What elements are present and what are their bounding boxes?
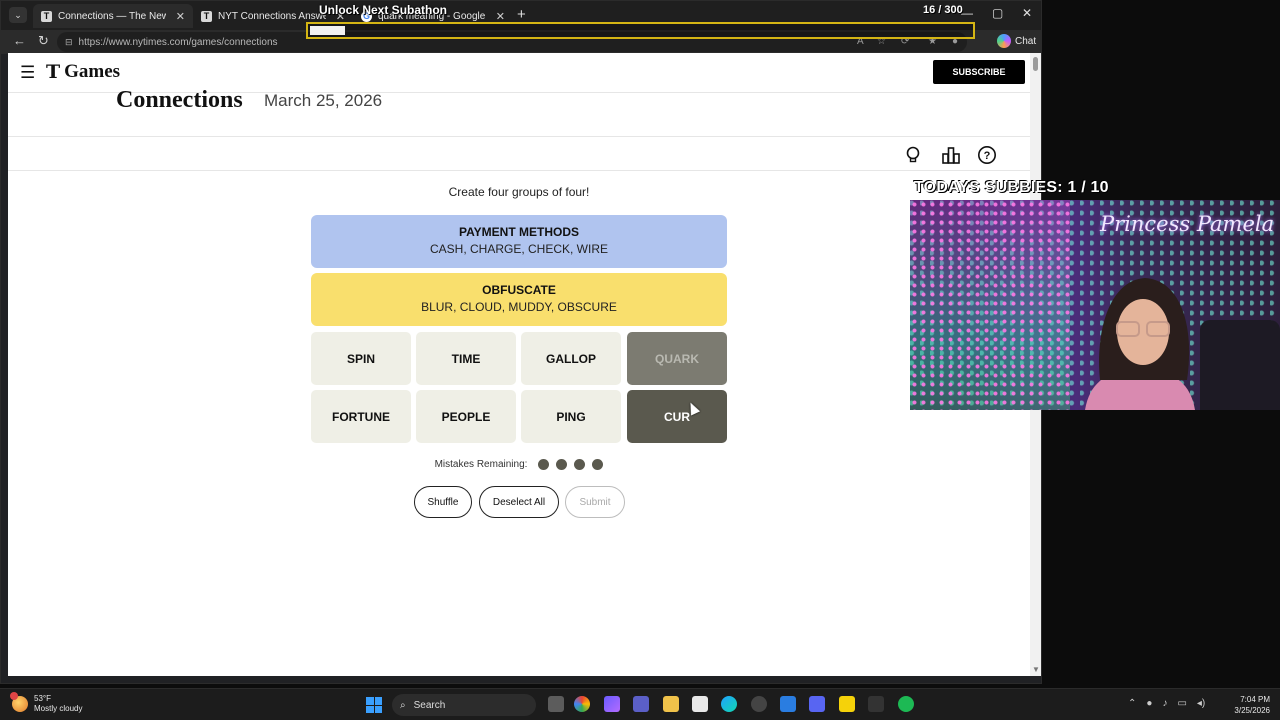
start-windows-icon[interactable] [366,697,382,713]
weather-desc: Mostly cloudy [34,704,83,713]
solved-group-blue: PAYMENT METHODS CASH, CHARGE, CHECK, WIR… [311,215,727,268]
clock-date: 3/25/2026 [1234,706,1270,715]
file-explorer-icon[interactable] [663,696,679,712]
led-wall-lights [910,200,1070,410]
webcam-name-label: Princess Pamela [1100,212,1275,236]
clock-time: 7:04 PM [1240,695,1270,704]
mistake-dot-icon [538,459,550,470]
stats-bar-chart-icon[interactable] [941,145,961,165]
nyt-favicon-icon: T [201,10,212,22]
group-words: BLUR, CLOUD, MUDDY, OBSCURE [421,300,617,314]
desktop: ⌄ T Connections — The New York Times ✕ T… [0,0,1280,720]
tray-app-icon[interactable]: ● [1146,698,1152,709]
weather-icon [10,692,28,712]
tab-label: NYT Connections Answers for Ma [218,10,326,22]
teams-icon[interactable] [633,696,649,712]
spotify-icon[interactable] [898,696,914,712]
deselect-all-button[interactable]: Deselect All [479,486,559,518]
submit-button[interactable]: Submit [565,486,625,518]
webcam-feed: Princess Pamela [910,200,1280,410]
edge-icon[interactable] [721,696,737,712]
weather-temp: 53°F [34,694,51,703]
search-label: Search [413,699,446,711]
tab-label: Connections — The New York Times [58,10,166,22]
terminal-icon[interactable] [868,696,884,712]
show-hidden-icons-icon[interactable]: ⌃ [1128,698,1136,709]
word-card-gallop[interactable]: GALLOP [521,332,621,385]
copilot-chat-button[interactable]: Chat [997,34,1036,48]
streamer-figure [1085,278,1195,410]
refresh-icon[interactable]: ↻ [38,33,49,49]
shuffle-button[interactable]: Shuffle [414,486,472,518]
mistakes-label: Mistakes Remaining: [434,459,528,470]
subscribe-button[interactable]: SUBSCRIBE [933,60,1025,84]
word-card-fortune[interactable]: FORTUNE [311,390,411,443]
nyt-favicon-icon: T [41,10,52,22]
subathon-count: 16 / 300 [923,4,963,16]
taskbar: 53°F Mostly cloudy ⌕ Search ⌃ ● ♪ ▭ ◂) 7… [0,688,1280,720]
word-card-ping[interactable]: PING [521,390,621,443]
chrome-icon[interactable] [574,696,590,712]
game-title-row: Connections March 25, 2026 [8,87,1030,137]
solved-group-yellow: OBFUSCATE BLUR, CLOUD, MUDDY, OBSCURE [311,273,727,326]
close-tab-icon[interactable]: ✕ [496,10,505,23]
hint-lightbulb-icon[interactable] [903,145,923,165]
task-view-icon[interactable] [548,696,564,712]
store-icon[interactable] [692,696,708,712]
word-card-people[interactable]: PEOPLE [416,390,516,443]
site-info-icon[interactable]: ⊟ [65,37,73,48]
page-viewport: ☰ T Games SUBSCRIBE Connections March 25… [8,53,1030,676]
mistakes-remaining: Mistakes Remaining: [8,459,1030,470]
word-card-quark[interactable]: QUARK [627,332,727,385]
word-card-cur[interactable]: CUR [627,390,727,443]
search-icon: ⌕ [400,699,406,711]
game-date: March 25, 2026 [264,91,383,110]
weather-widget[interactable]: 53°F Mostly cloudy [10,692,83,714]
tab-connections[interactable]: T Connections — The New York Times ✕ [33,4,193,28]
scrollbar-thumb[interactable] [1033,57,1038,71]
discord-icon[interactable] [809,696,825,712]
app-icon[interactable] [780,696,796,712]
help-question-icon[interactable]: ? [977,145,997,165]
close-tab-icon[interactable]: ✕ [176,10,185,23]
subbies-counter: TODAYS SUBBIES: 1 / 10 [914,179,1109,196]
svg-text:?: ? [984,150,991,162]
group-name: OBFUSCATE [482,283,556,297]
microphone-icon[interactable]: ♪ [1162,698,1167,709]
page-title: Connections [116,87,243,113]
url-text: https://www.nytimes.com/games/connection… [78,36,278,48]
obs-icon[interactable] [751,696,767,712]
copilot-app-icon[interactable] [604,696,620,712]
back-icon[interactable]: ← [13,33,26,48]
new-tab-icon[interactable]: + [517,6,526,23]
taskbar-clock[interactable]: 7:04 PM 3/25/2026 [1228,694,1270,716]
games-wordmark: Games [64,61,121,82]
mistake-dot-icon [574,459,586,470]
nyt-games-logo[interactable]: T Games [46,61,120,83]
volume-icon[interactable]: ◂) [1197,698,1205,709]
word-card-time[interactable]: TIME [416,332,516,385]
taskbar-search[interactable]: ⌕ Search [392,694,536,716]
sticky-notes-icon[interactable] [839,696,855,712]
maximize-icon[interactable]: ▢ [992,6,1003,20]
group-name: PAYMENT METHODS [458,225,579,239]
scroll-down-arrow-icon[interactable]: ▼ [1032,665,1040,674]
instructions-text: Create four groups of four! [448,185,590,199]
nyt-t-logo-icon: T [46,61,61,83]
game-tools-row: ? [8,137,1030,171]
tab-actions-menu-icon[interactable]: ⌄ [9,7,27,23]
network-icon[interactable]: ▭ [1177,698,1186,709]
subathon-progress-fill [310,26,346,35]
subathon-progress-bar [306,22,975,39]
group-words: CASH, CHARGE, CHECK, WIRE [429,242,609,256]
system-tray: ⌃ ● ♪ ▭ ◂) [1128,698,1205,709]
mistake-dot-icon [556,459,568,470]
word-card-spin[interactable]: SPIN [311,332,411,385]
chat-label: Chat [1015,35,1037,47]
hamburger-menu-icon[interactable]: ☰ [20,64,35,82]
subathon-title: Unlock Next Subathon [319,3,448,17]
mistake-dot-icon [592,459,604,470]
close-window-icon[interactable]: ✕ [1022,6,1032,20]
copilot-icon [997,34,1011,48]
